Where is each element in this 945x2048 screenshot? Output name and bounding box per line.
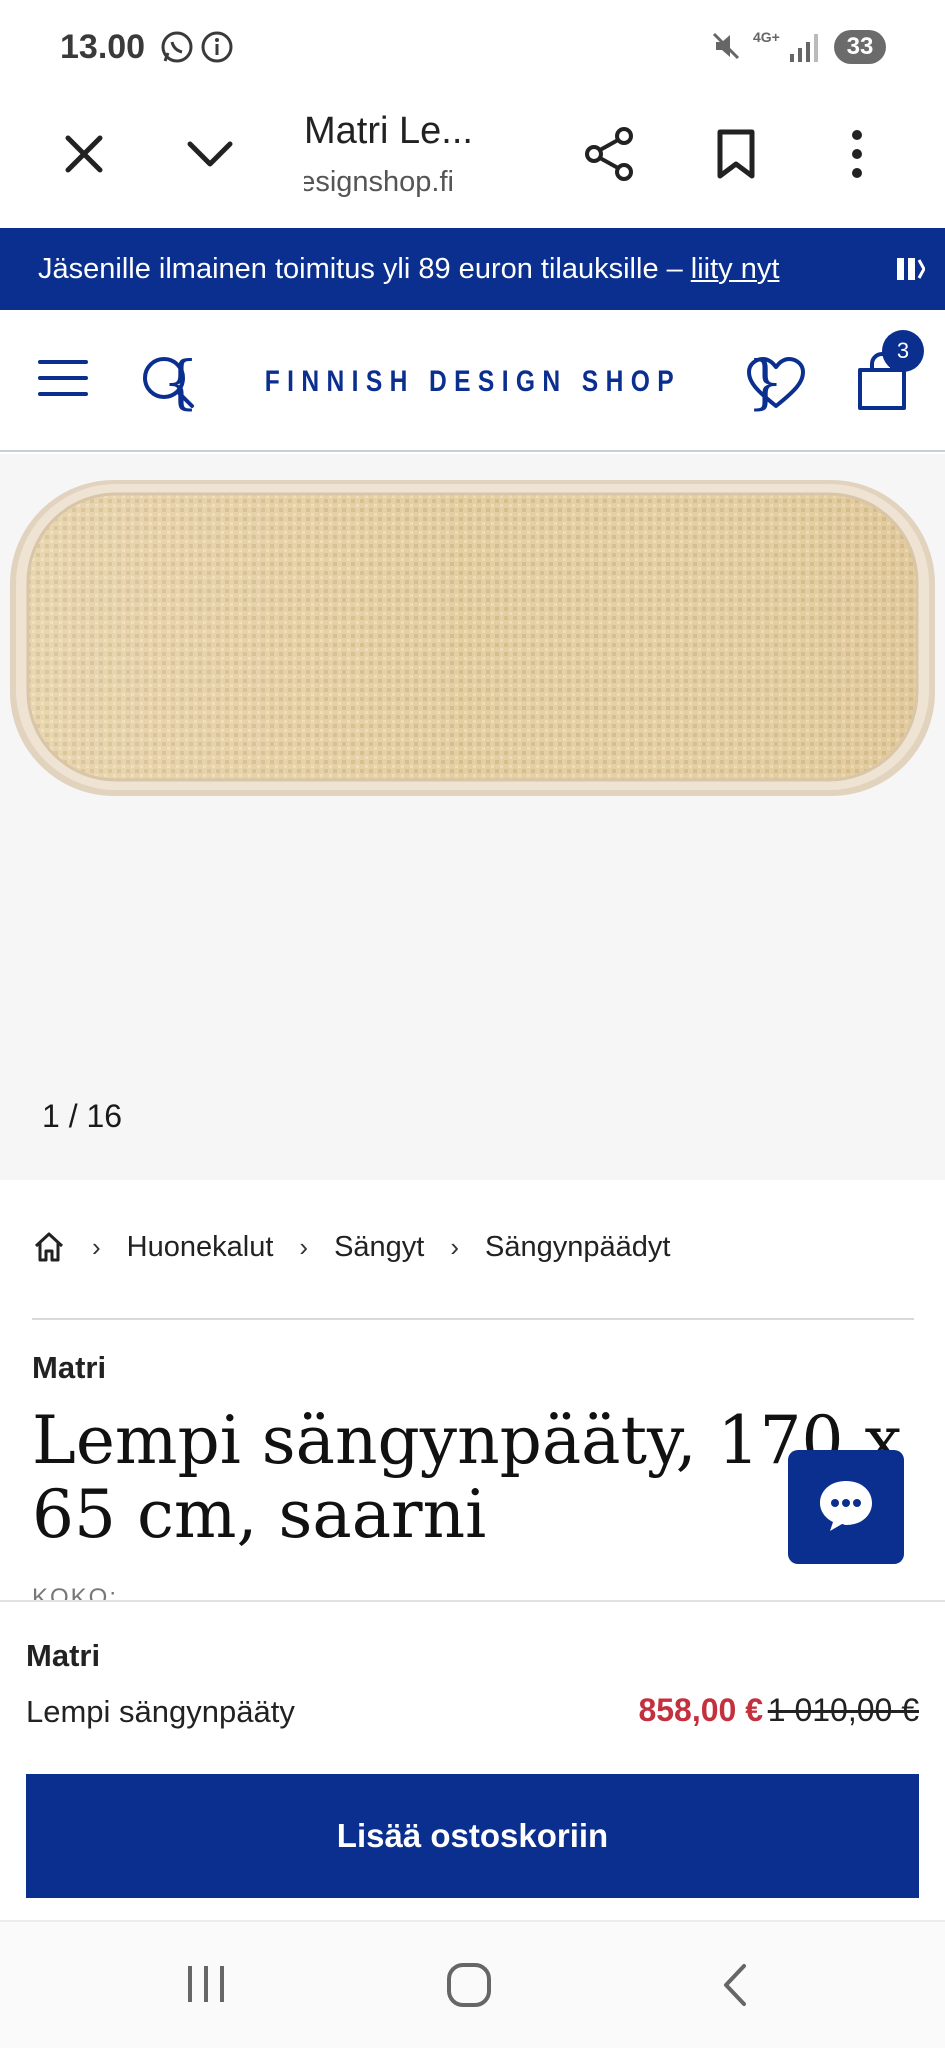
original-price: 1 010,00 €: [767, 1692, 919, 1728]
info-icon: [200, 30, 234, 69]
divider: [32, 1318, 914, 1320]
bookmark-icon[interactable]: [714, 128, 758, 185]
product-title-line-2: 65 cm, saarni: [32, 1476, 487, 1553]
share-icon[interactable]: [582, 126, 636, 187]
network-label: 4G+: [753, 29, 780, 45]
product-brand[interactable]: Matri: [32, 1350, 106, 1386]
gallery-counter: 1 / 16: [42, 1098, 123, 1134]
promo-banner: Jäsenille ilmainen toimitus yli 89 euron…: [0, 228, 945, 310]
breadcrumb-item-huonekalut[interactable]: Huonekalut: [127, 1231, 274, 1264]
system-nav-bar: [0, 1920, 945, 2048]
chevron-down-icon[interactable]: [184, 134, 236, 179]
menu-icon[interactable]: [38, 358, 88, 403]
status-time: 13.00: [60, 28, 146, 66]
product-gallery[interactable]: [0, 454, 945, 1180]
chat-icon: [816, 1477, 876, 1538]
pause-icon[interactable]: [895, 252, 926, 294]
mute-icon: [710, 30, 742, 67]
site-header: { FINNISH DESIGN SHOP }: [0, 310, 945, 452]
whatsapp-icon: [160, 30, 194, 69]
breadcrumb-item-sangynpaadyt[interactable]: Sängynpäädyt: [485, 1231, 670, 1264]
breadcrumb-item-sangyt[interactable]: Sängyt: [334, 1231, 424, 1264]
breadcrumb: › Huonekalut › Sängyt › Sängynpäädyt: [32, 1222, 670, 1272]
logo-brace-left: {: [162, 348, 200, 416]
buybar-brand: Matri: [26, 1638, 101, 1673]
browser-toolbar: Matri Le... finnishdesignshop.fi: [0, 96, 945, 228]
recent-apps-icon[interactable]: [184, 1962, 228, 2011]
chevron-right-icon: ›: [450, 1231, 460, 1262]
logo-text: FINNISH DESIGN SHOP: [264, 365, 682, 398]
product-title-line-1: Lempi sängynpääty, 170 x: [32, 1402, 902, 1479]
cart-count-badge: 3: [882, 330, 924, 372]
promo-text: Jäsenille ilmainen toimitus yli 89 euron…: [38, 252, 683, 285]
page-title: Matri Le...: [304, 110, 473, 152]
chevron-right-icon: ›: [299, 1231, 309, 1262]
add-to-cart-button[interactable]: Lisää ostoskoriin: [26, 1774, 919, 1898]
size-label: KOKO:: [32, 1584, 119, 1600]
site-logo[interactable]: { FINNISH DESIGN SHOP }: [162, 352, 784, 412]
buybar-product-name: Lempi sängynpääty: [26, 1694, 295, 1729]
signal-icon: [790, 34, 820, 67]
sale-price: 858,00 €: [638, 1692, 763, 1728]
heart-icon[interactable]: [746, 356, 806, 415]
home-icon[interactable]: [32, 1230, 66, 1264]
back-icon[interactable]: [718, 1962, 752, 2013]
home-nav-icon[interactable]: [446, 1962, 492, 2013]
product-title: Lempi sängynpääty, 170 x 65 cm, saarni: [32, 1404, 902, 1553]
purchase-panel: Matri Lempi sängynpääty 858,00 € 1 010,0…: [0, 1600, 945, 1920]
status-bar: 13.00 4G+ 33: [0, 0, 945, 96]
page-url[interactable]: finnishdesignshop.fi: [304, 166, 454, 199]
battery-indicator: 33: [834, 30, 886, 64]
chevron-right-icon: ›: [92, 1231, 101, 1262]
promo-link[interactable]: liity nyt: [691, 253, 780, 286]
product-image: [10, 480, 935, 796]
chat-button[interactable]: [788, 1450, 904, 1564]
close-icon[interactable]: [60, 130, 108, 183]
more-icon[interactable]: [848, 128, 866, 185]
